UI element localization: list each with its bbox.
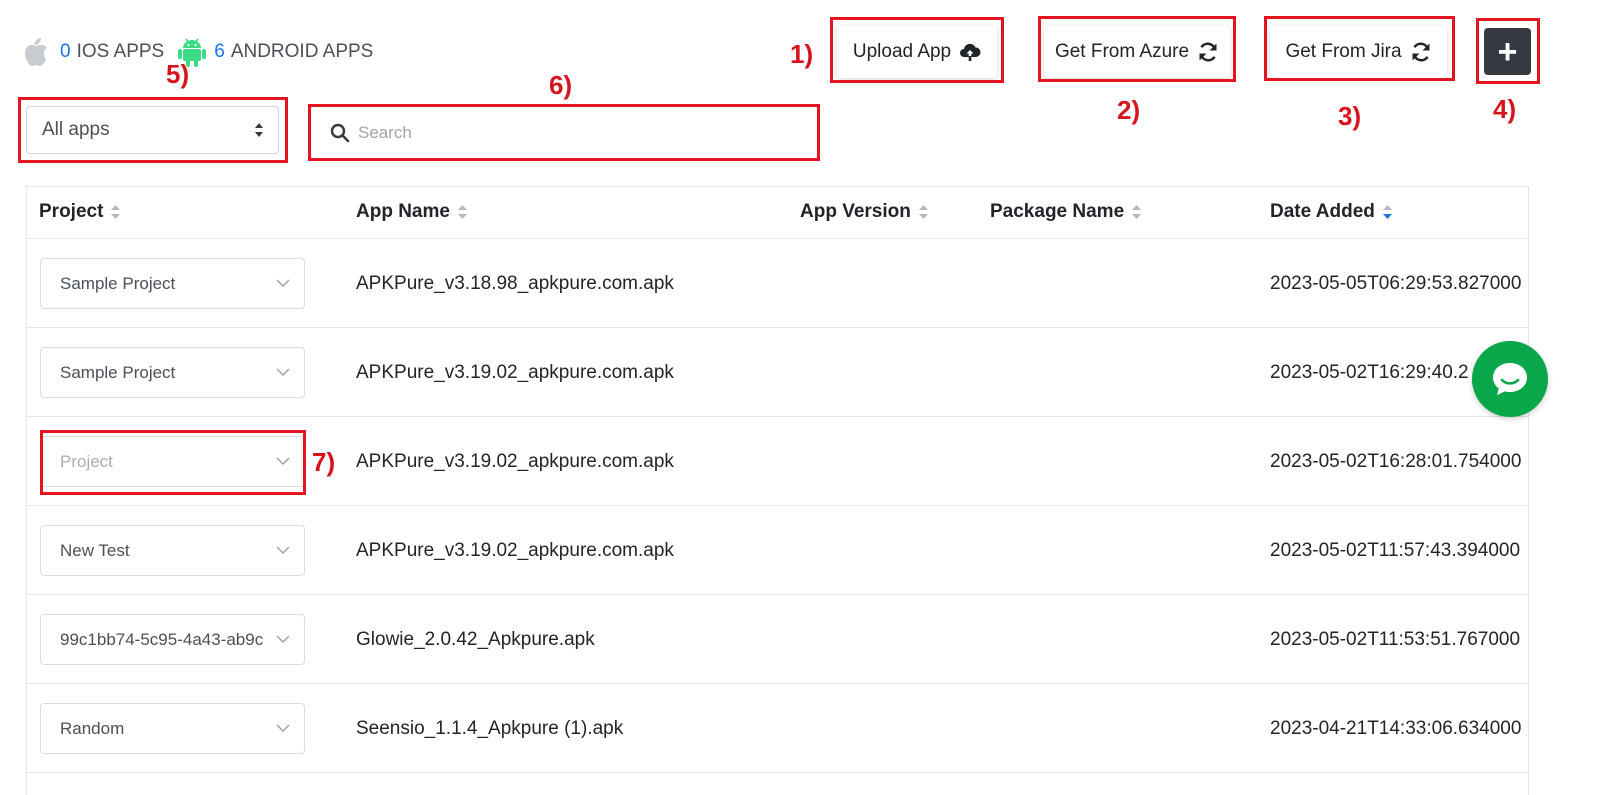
project-select[interactable]: Sample Project bbox=[40, 347, 305, 398]
annotation-label-6: 6) bbox=[549, 70, 573, 100]
cloud-upload-icon bbox=[960, 43, 981, 61]
table-header: Project App Name App Version Package Nam… bbox=[27, 187, 1528, 239]
column-header-app-version[interactable]: App Version bbox=[800, 201, 929, 223]
search-input[interactable] bbox=[358, 123, 758, 143]
app-name-cell: APKPure_v3.19.02_apkpure.com.apk bbox=[356, 540, 674, 561]
project-select-value: Sample Project bbox=[60, 273, 176, 293]
date-added-cell: 2023-05-02T11:57:43.394000 bbox=[1270, 540, 1521, 561]
sync-icon bbox=[1199, 42, 1217, 62]
project-select-value: Sample Project bbox=[60, 362, 176, 382]
date-added-cell: 2023-05-02T16:29:40.2 bbox=[1270, 362, 1469, 383]
annotation-label-3: 3) bbox=[1338, 101, 1362, 131]
project-select-value: Random bbox=[60, 718, 125, 738]
chevron-down-icon bbox=[276, 457, 290, 465]
android-count: 6 bbox=[214, 41, 225, 62]
get-from-azure-button[interactable]: Get From Azure bbox=[1044, 26, 1230, 78]
app-name-cell: APKPure_v3.18.98_apkpure.com.apk bbox=[356, 273, 674, 294]
search-icon bbox=[330, 123, 350, 143]
get-from-jira-button[interactable]: Get From Jira bbox=[1270, 26, 1447, 78]
table-row: 99c1bb74-5c95-4a43-ab9c Glowie_2.0.42_Ap… bbox=[27, 595, 1528, 684]
app-name-cell: Glowie_2.0.42_Apkpure.apk bbox=[356, 629, 595, 650]
sort-desc-icon bbox=[1382, 205, 1392, 219]
project-select[interactable]: 99c1bb74-5c95-4a43-ab9c bbox=[40, 614, 305, 665]
sync-icon bbox=[1412, 42, 1430, 62]
app-name-cell: APKPure_v3.19.02_apkpure.com.apk bbox=[356, 362, 674, 383]
sort-icon bbox=[111, 205, 121, 219]
app-name-cell: APKPure_v3.19.02_apkpure.com.apk bbox=[356, 451, 674, 472]
annotation-label-4: 4) bbox=[1493, 94, 1517, 124]
ios-count: 0 bbox=[60, 41, 71, 62]
upload-app-button[interactable]: Upload App bbox=[837, 26, 997, 78]
date-added-cell: 2023-05-02T11:53:51.767000 bbox=[1270, 629, 1521, 650]
apps-table: Project App Name App Version Package Nam… bbox=[26, 186, 1529, 795]
column-header-label: Date Added bbox=[1270, 201, 1375, 222]
ios-apps-count[interactable]: 0 IOS APPS bbox=[24, 36, 164, 68]
annotation-label-1: 1) bbox=[790, 39, 814, 69]
table-row: Random Seensio_1.1.4_Apkpure (1).apk 202… bbox=[27, 684, 1528, 773]
date-added-cell: 2023-05-05T06:29:53.827000 bbox=[1270, 273, 1522, 294]
plus-icon: + bbox=[1497, 32, 1518, 71]
chat-widget-button[interactable] bbox=[1472, 341, 1548, 417]
project-select[interactable]: Random bbox=[40, 703, 305, 754]
table-row: Sample Project APKPure_v3.18.98_apkpure.… bbox=[27, 239, 1528, 328]
sort-icon bbox=[457, 205, 467, 219]
get-from-jira-label: Get From Jira bbox=[1285, 41, 1402, 62]
chevron-down-icon bbox=[276, 546, 290, 554]
chat-bubble-icon bbox=[1493, 363, 1527, 395]
table-row: Project APKPure_v3.19.02_apkpure.com.apk… bbox=[27, 417, 1528, 506]
project-select-placeholder: Project bbox=[60, 451, 113, 471]
date-added-cell: 2023-04-21T14:33:06.634000 bbox=[1270, 718, 1522, 739]
column-header-package-name[interactable]: Package Name bbox=[990, 201, 1142, 223]
column-header-date-added[interactable]: Date Added bbox=[1270, 201, 1393, 223]
annotation-label-7: 7) bbox=[312, 447, 336, 477]
project-select-value: New Test bbox=[60, 540, 130, 560]
app-filter-value: All apps bbox=[42, 119, 110, 140]
column-header-label: App Version bbox=[800, 201, 911, 222]
get-from-azure-label: Get From Azure bbox=[1054, 41, 1190, 62]
android-label: ANDROID APPS bbox=[230, 41, 374, 62]
chevron-down-icon bbox=[276, 635, 290, 643]
annotation-label-5: 5) bbox=[166, 59, 190, 89]
app-filter-select[interactable]: All apps bbox=[26, 106, 279, 154]
project-select[interactable]: New Test bbox=[40, 525, 305, 576]
project-select[interactable]: Project bbox=[40, 436, 305, 487]
sort-icon bbox=[1132, 205, 1142, 219]
search-bar bbox=[318, 112, 812, 154]
column-header-project[interactable]: Project bbox=[39, 201, 121, 223]
annotation-label-2: 2) bbox=[1117, 95, 1141, 125]
project-select-value: 99c1bb74-5c95-4a43-ab9c bbox=[60, 629, 264, 649]
column-header-label: Package Name bbox=[990, 201, 1125, 222]
sort-arrows-icon bbox=[255, 123, 263, 137]
chevron-down-icon bbox=[276, 279, 290, 287]
ios-label: IOS APPS bbox=[76, 41, 165, 62]
table-row: New Test APKPure_v3.19.02_apkpure.com.ap… bbox=[27, 506, 1528, 595]
app-counts: 0 IOS APPS 6 ANDROID APPS bbox=[24, 36, 387, 68]
apple-icon bbox=[25, 38, 47, 66]
column-header-label: Project bbox=[39, 201, 104, 222]
table-row: Sample Project APKPure_v3.19.02_apkpure.… bbox=[27, 328, 1528, 417]
date-added-cell: 2023-05-02T16:28:01.754000 bbox=[1270, 451, 1522, 472]
column-header-app-name[interactable]: App Name bbox=[356, 201, 468, 223]
upload-app-label: Upload App bbox=[852, 41, 952, 62]
project-select[interactable]: Sample Project bbox=[40, 258, 305, 309]
column-header-label: App Name bbox=[356, 201, 450, 222]
android-apps-count[interactable]: 6 ANDROID APPS bbox=[178, 36, 373, 68]
sort-icon bbox=[918, 205, 928, 219]
app-name-cell: Seensio_1.1.4_Apkpure (1).apk bbox=[356, 718, 624, 739]
chevron-down-icon bbox=[276, 724, 290, 732]
chevron-down-icon bbox=[276, 368, 290, 376]
add-app-button[interactable]: + bbox=[1484, 28, 1531, 75]
